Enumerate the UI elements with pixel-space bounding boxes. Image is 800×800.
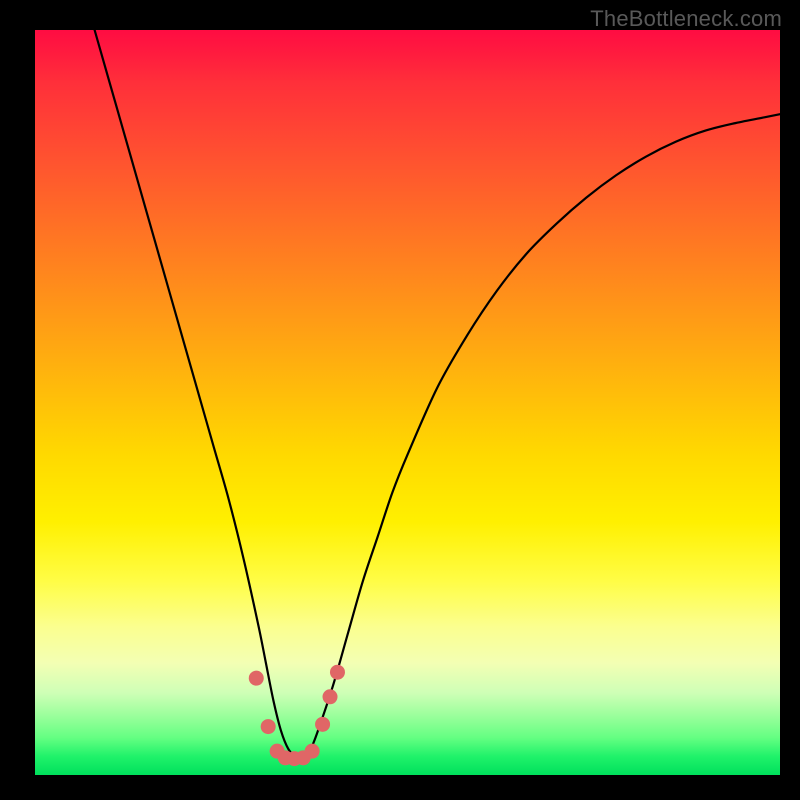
marker-dot <box>315 717 330 732</box>
marker-dot <box>305 744 320 759</box>
marker-dot <box>330 665 345 680</box>
marker-dot <box>261 719 276 734</box>
marker-dot <box>323 689 338 704</box>
bottleneck-curve <box>95 30 780 757</box>
chart-frame: TheBottleneck.com <box>0 0 800 800</box>
curve-svg <box>35 30 780 775</box>
plot-area <box>35 30 780 775</box>
watermark-label: TheBottleneck.com <box>590 6 782 32</box>
marker-dot <box>249 671 264 686</box>
marker-layer <box>249 665 345 766</box>
